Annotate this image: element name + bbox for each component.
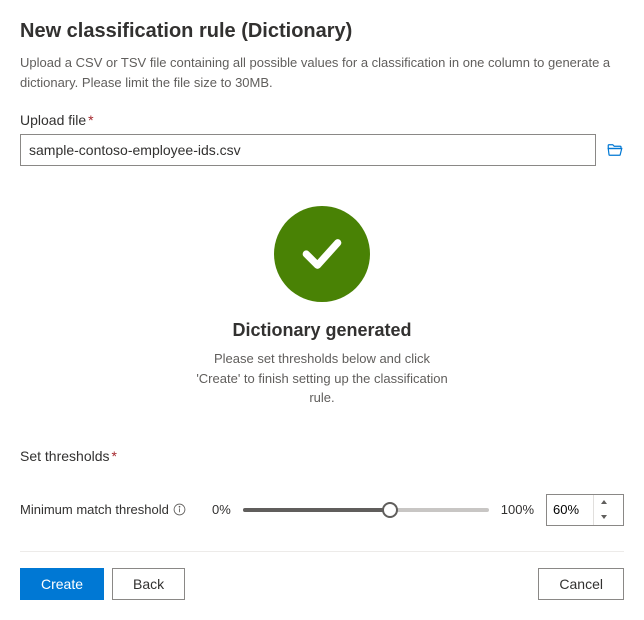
min-match-threshold-row: Minimum match threshold 0% 100%: [20, 494, 624, 526]
info-icon[interactable]: [173, 503, 186, 516]
spinner-up-button[interactable]: [594, 495, 613, 510]
slider-min-label: 0%: [212, 502, 231, 517]
footer: Create Back Cancel: [20, 551, 624, 600]
create-button[interactable]: Create: [20, 568, 104, 600]
status-block: Dictionary generated Please set threshol…: [20, 206, 624, 408]
footer-spacer: [193, 568, 530, 600]
upload-file-label: Upload file*: [20, 112, 624, 128]
slider-thumb[interactable]: [382, 502, 398, 518]
back-button[interactable]: Back: [112, 568, 185, 600]
upload-file-row: [20, 134, 624, 166]
spinner-down-button[interactable]: [594, 510, 613, 525]
cancel-button[interactable]: Cancel: [538, 568, 624, 600]
set-thresholds-heading: Set thresholds*: [20, 448, 624, 464]
upload-file-input[interactable]: [20, 134, 596, 166]
status-title: Dictionary generated: [232, 320, 411, 341]
min-match-label: Minimum match threshold: [20, 502, 200, 517]
folder-open-icon[interactable]: [606, 141, 624, 159]
upload-file-label-text: Upload file: [20, 112, 86, 128]
required-asterisk: *: [112, 448, 117, 464]
slider-max-label: 100%: [501, 502, 534, 517]
min-match-spinner: [546, 494, 624, 526]
set-thresholds-text: Set thresholds: [20, 448, 110, 464]
min-match-slider[interactable]: [243, 502, 489, 518]
status-description: Please set thresholds below and click 'C…: [192, 349, 452, 408]
page-title: New classification rule (Dictionary): [20, 20, 624, 43]
min-match-value-input[interactable]: [547, 502, 593, 517]
spinner-arrows: [593, 495, 613, 525]
checkmark-circle-icon: [274, 206, 370, 302]
slider-track-fill: [243, 508, 391, 512]
required-asterisk: *: [88, 112, 93, 128]
page-description: Upload a CSV or TSV file containing all …: [20, 53, 624, 92]
min-match-label-text: Minimum match threshold: [20, 502, 169, 517]
